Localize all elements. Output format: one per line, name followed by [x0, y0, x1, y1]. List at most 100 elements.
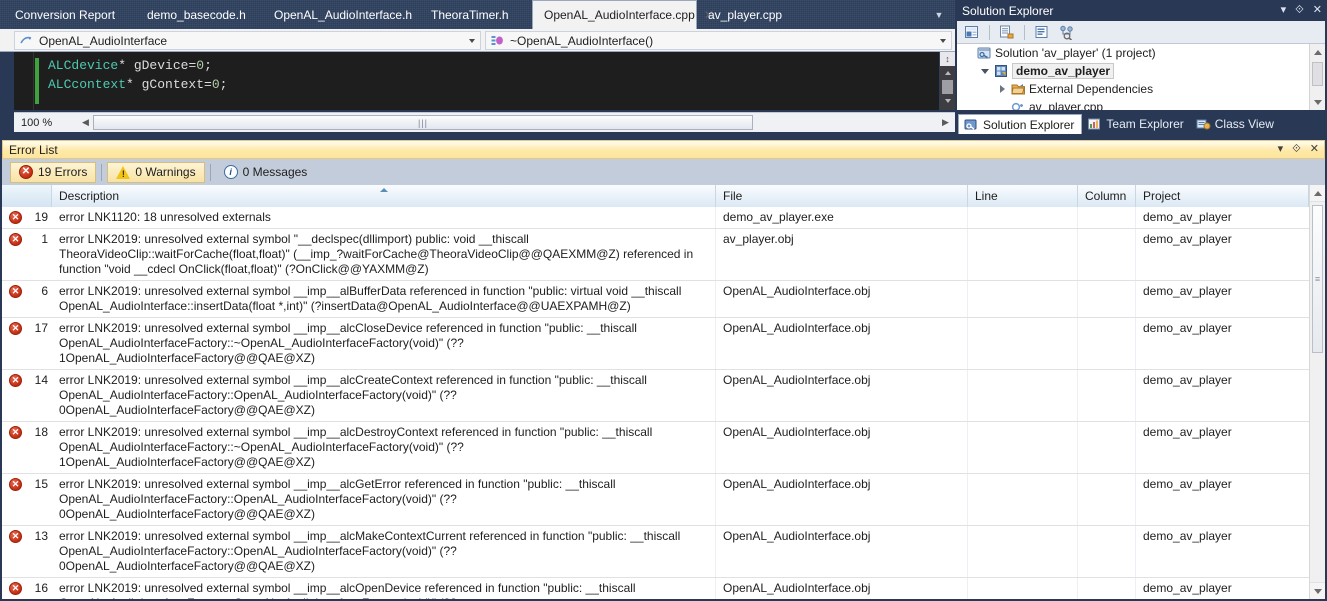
arrow-down-icon	[1313, 99, 1322, 105]
zoom-dropdown[interactable]: 100 %	[16, 113, 76, 132]
error-description-cell: error LNK2019: unresolved external symbo…	[52, 526, 716, 577]
error-list-filter-0[interactable]: ✕ 19 Errors	[10, 161, 97, 183]
scroll-up-button[interactable]	[1310, 185, 1325, 202]
column-header-project[interactable]: Project	[1136, 185, 1309, 207]
member-dropdown[interactable]: ~OpenAL_AudioInterface()	[485, 31, 952, 50]
error-description-cell: error LNK2019: unresolved external symbo…	[52, 474, 716, 525]
solution-tree-item-label: Solution 'av_player' (1 project)	[995, 46, 1156, 60]
error-row[interactable]: ✕ 17 error LNK2019: unresolved external sy…	[2, 318, 1309, 370]
solution-tree-item-1[interactable]: demo_av_player	[957, 62, 1325, 80]
error-row[interactable]: ✕ 13 error LNK2019: unresolved external sy…	[2, 526, 1309, 578]
error-column-cell	[1078, 370, 1136, 421]
error-file-cell: demo_av_player.exe	[716, 207, 968, 228]
toolbar-separator	[989, 24, 990, 40]
project-icon	[992, 64, 1010, 78]
solution-explorer-titlebar: Solution Explorer ▾ ⟐ ✕	[955, 0, 1327, 21]
chevron-down-icon: ▼	[934, 9, 944, 20]
class-dropdown[interactable]: OpenAL_AudioInterface	[14, 31, 481, 50]
column-header-file[interactable]: File	[716, 185, 968, 207]
scrollbar-thumb[interactable]: ≡	[1312, 205, 1323, 353]
source-code-text: ALCdevice* gDevice=0; ALCcontext* gContex…	[48, 56, 227, 94]
error-line-cell	[968, 207, 1078, 228]
tab-overflow-dropdown[interactable]: ▼	[929, 0, 949, 29]
pin-button[interactable]: ⟐	[1292, 144, 1301, 155]
error-row[interactable]: ✕ 6 error LNK2019: unresolved external sym…	[2, 281, 1309, 318]
scroll-up-button[interactable]	[940, 66, 955, 80]
error-list-grid[interactable]: Description File Line Column Project ✕ 19 erro…	[2, 185, 1325, 599]
editor-tab-5[interactable]: av_player.cpp	[697, 0, 798, 29]
error-column-cell	[1078, 281, 1136, 317]
error-row[interactable]: ✕ 18 error LNK2019: unresolved external sy…	[2, 422, 1309, 474]
error-number-cell: 14	[34, 373, 48, 387]
editor-tab-label: av_player.cpp	[708, 7, 783, 22]
properties-window-button[interactable]	[961, 22, 983, 43]
scroll-left-button[interactable]: ◀	[78, 114, 93, 131]
grid-body[interactable]: ✕ 19 error LNK1120: 18 unresolved external…	[2, 207, 1309, 599]
error-list-filter-2[interactable]: i 0 Messages	[216, 162, 316, 183]
scrollbar-thumb[interactable]	[942, 80, 953, 94]
hscroll-thumb[interactable]: |||	[93, 115, 753, 130]
solution-tree[interactable]: Solution 'av_player' (1 project) demo_av_…	[957, 44, 1325, 110]
editor-tab-0[interactable]: Conversion Report	[4, 0, 136, 29]
error-row[interactable]: ✕ 19 error LNK1120: 18 unresolved external…	[2, 207, 1309, 229]
grid-vertical-scrollbar[interactable]: ≡	[1309, 185, 1325, 599]
error-severity-icon-cell: ✕	[2, 526, 28, 577]
chevron-right-icon[interactable]	[995, 85, 1009, 93]
close-button[interactable]: ✕	[1313, 5, 1322, 16]
split-view-button[interactable]: ↕	[940, 52, 955, 66]
editor-tab-2[interactable]: OpenAL_AudioInterface.h	[263, 0, 420, 29]
column-header-line[interactable]: Line	[968, 185, 1078, 207]
editor-tab-1[interactable]: demo_basecode.h	[136, 0, 263, 29]
scroll-down-button[interactable]	[940, 94, 955, 108]
toolbar-separator	[1024, 24, 1025, 40]
hscroll-track[interactable]: |||	[93, 114, 938, 131]
close-button[interactable]: ✕	[1310, 144, 1319, 155]
editor-vertical-scrollbar[interactable]: ↕	[939, 52, 955, 110]
properties-button[interactable]	[1031, 22, 1053, 43]
solution-tree-item-2[interactable]: External Dependencies	[957, 80, 1325, 98]
chevron-down-icon[interactable]	[978, 68, 992, 74]
column-header-column[interactable]: Column	[1078, 185, 1136, 207]
cpp-file-icon	[1009, 100, 1027, 110]
error-line-cell	[968, 578, 1078, 599]
editor-tab-4[interactable]: OpenAL_AudioInterface.cpp ✕	[532, 0, 714, 29]
arrow-up-icon	[1313, 190, 1322, 196]
pin-button[interactable]: ⟐	[1295, 5, 1304, 16]
editor-tab-3[interactable]: TheoraTimer.h	[420, 0, 532, 29]
error-row[interactable]: ✕ 16 error LNK2019: unresolved external sy…	[2, 578, 1309, 599]
solution-panel-tab-1[interactable]: Team Explorer	[1082, 114, 1190, 134]
scroll-up-button[interactable]	[1310, 44, 1325, 60]
error-severity-icon-cell: ✕	[2, 422, 28, 473]
scroll-down-button[interactable]	[1310, 94, 1325, 110]
scroll-down-button[interactable]	[1310, 582, 1325, 599]
editor-navigation-bar: OpenAL_AudioInterface ~OpenAL_AudioInter…	[0, 29, 955, 52]
error-severity-icon-cell: ✕	[2, 281, 28, 317]
error-severity-icon-cell: ✕	[2, 370, 28, 421]
scroll-right-button[interactable]: ▶	[938, 114, 953, 131]
error-number-cell: 1	[41, 232, 48, 246]
solution-panel-tab-0[interactable]: Solution Explorer	[958, 114, 1083, 134]
object-browser-button[interactable]	[1056, 22, 1078, 43]
error-line-cell	[968, 281, 1078, 317]
error-list-filter-1[interactable]: ! 0 Warnings	[107, 161, 205, 183]
error-row[interactable]: ✕ 1 error LNK2019: unresolved external sym…	[2, 229, 1309, 281]
scrollbar-thumb[interactable]	[1312, 62, 1323, 86]
editor-horizontal-scrollbar[interactable]: ◀ ||| ▶	[78, 114, 953, 131]
error-row[interactable]: ✕ 15 error LNK2019: unresolved external sy…	[2, 474, 1309, 526]
column-header-description[interactable]: Description	[52, 185, 716, 207]
solution-panel-tab-2[interactable]: Class View	[1191, 114, 1281, 134]
error-row[interactable]: ✕ 14 error LNK2019: unresolved external sy…	[2, 370, 1309, 422]
solution-tree-scrollbar[interactable]	[1309, 44, 1325, 110]
window-dropdown-button[interactable]: ▾	[1281, 5, 1287, 16]
solution-tree-item-0[interactable]: Solution 'av_player' (1 project)	[957, 44, 1325, 62]
window-dropdown-button[interactable]: ▾	[1278, 144, 1284, 155]
sort-ascending-icon	[379, 188, 388, 192]
error-description-cell: error LNK2019: unresolved external symbo…	[52, 578, 716, 599]
code-editor-surface[interactable]: ALCdevice* gDevice=0; ALCcontext* gContex…	[14, 52, 939, 110]
solution-tree-item-3[interactable]: av_player.cpp	[957, 98, 1325, 110]
error-project-cell: demo_av_player	[1143, 321, 1232, 335]
error-list-filter-toolbar: ✕ 19 Errors ! 0 Warnings i 0 Messages	[2, 159, 1325, 185]
show-all-files-button[interactable]	[996, 22, 1018, 43]
error-description-cell: error LNK2019: unresolved external symbo…	[52, 422, 716, 473]
grid-header-row: Description File Line Column Project	[2, 185, 1309, 207]
